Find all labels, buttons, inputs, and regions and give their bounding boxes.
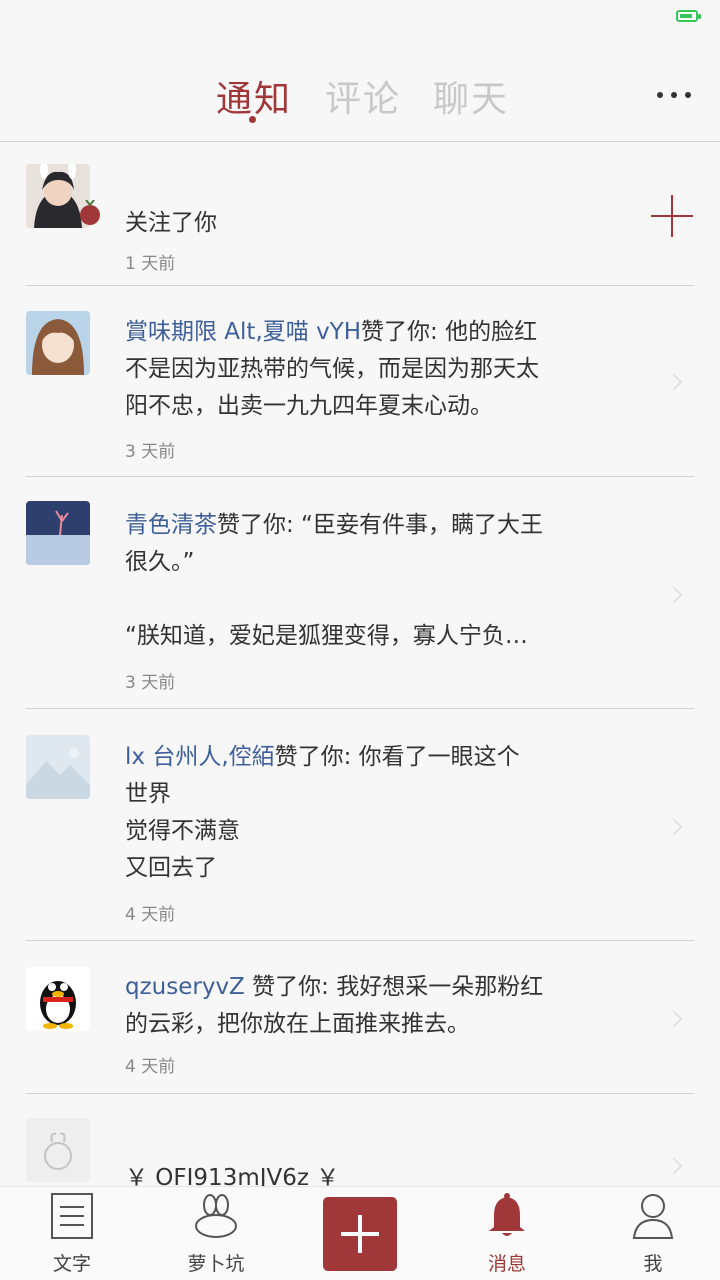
notification-time: 3 天前 [125,673,176,693]
radish-badge-icon [78,199,102,226]
notification-time: 1 天前 [125,254,176,274]
notification-list: 关注了你 1 天前 賞味期限 Alt,夏喵 vYH赞了你: 他的脸红 不是因为亚… [0,143,720,1186]
tab-messages[interactable]: 消息 [435,1187,579,1280]
battery-icon [676,10,698,22]
notification-text: qzuseryvZ 赞了你: 我好想采一朵那粉红 的云彩，把你放在上面推来推去。 [125,974,544,1037]
notification-item[interactable]: ￥ OFI913mJV6z ￥ [0,1094,720,1186]
chevron-right-icon [665,373,683,391]
tab-chat[interactable]: 聊天 [433,70,509,122]
tab-writing[interactable]: 文字 [0,1187,144,1280]
placeholder-image-icon[interactable] [26,735,90,799]
chevron-right-icon [665,1157,683,1175]
chevron-right-icon [665,1010,683,1028]
tab-label: 文字 [52,1253,91,1275]
active-tab-indicator [249,116,256,123]
notification-item-like[interactable]: 賞味期限 Alt,夏喵 vYH赞了你: 他的脸红 不是因为亚热带的气候，而是因为… [0,286,720,477]
tab-label: 消息 [487,1253,526,1275]
compose-plus-button[interactable] [323,1197,397,1271]
notification-time: 3 天前 [125,442,176,462]
notification-item-like[interactable]: qzuseryvZ 赞了你: 我好想采一朵那粉红 的云彩，把你放在上面推来推去。… [0,941,720,1094]
avatar[interactable] [26,501,90,565]
person-icon [632,1194,674,1239]
qq-penguin-icon[interactable] [26,967,90,1031]
tab-me[interactable]: 我 [581,1187,720,1280]
notification-item-follow[interactable]: 关注了你 1 天前 [0,143,720,286]
user-name-link[interactable]: 青色清茶 [125,512,217,538]
tab-label: 我 [643,1253,663,1275]
chevron-right-icon [665,818,683,836]
notification-item-like[interactable]: lx 台州人,倥絔赞了你: 你看了一眼这个 世界 觉得不满意 又回去了 4 天前 [0,709,720,941]
tab-comments[interactable]: 评论 [325,70,401,122]
bottom-tab-bar: 文字 萝卜坑 消息 我 [0,1186,720,1280]
status-bar [0,0,720,36]
avatar[interactable] [26,311,90,375]
document-icon [51,1193,93,1239]
tab-notifications[interactable]: 通知 [216,70,292,122]
notification-item-like[interactable]: 青色清茶赞了你: “臣妾有件事，瞒了大王 很久。” “朕知道，爱妃是狐狸变得，寡… [0,477,720,709]
top-tab-bar: 通知 评论 聊天 [0,36,720,142]
more-options-icon[interactable] [657,92,697,102]
user-name-link[interactable]: qzuseryvZ [125,974,245,1000]
notification-time: 4 天前 [125,905,176,925]
chevron-right-icon [665,586,683,604]
bell-icon [489,1193,525,1236]
tab-radish-pit[interactable]: 萝卜坑 [144,1187,288,1280]
notification-text: 关注了你 [125,210,217,236]
radish-avatar-icon[interactable] [26,1118,90,1182]
notification-text: ￥ OFI913mJV6z ￥ [125,1165,340,1186]
notification-text: lx 台州人,倥絔赞了你: 你看了一眼这个 世界 觉得不满意 又回去了 [125,744,520,881]
tab-label: 萝卜坑 [187,1253,245,1275]
follow-back-plus-icon[interactable] [651,195,693,237]
notification-time: 4 天前 [125,1057,176,1077]
notification-text: 賞味期限 Alt,夏喵 vYH赞了你: 他的脸红 不是因为亚热带的气候，而是因为… [125,319,539,419]
notification-text: 青色清茶赞了你: “臣妾有件事，瞒了大王 很久。” “朕知道，爱妃是狐狸变得，寡… [125,512,543,649]
user-name-link[interactable]: 賞味期限 Alt,夏喵 vYH [125,319,361,345]
user-name-link[interactable]: lx 台州人,倥絔 [125,744,275,770]
radish-icon [195,1194,237,1238]
